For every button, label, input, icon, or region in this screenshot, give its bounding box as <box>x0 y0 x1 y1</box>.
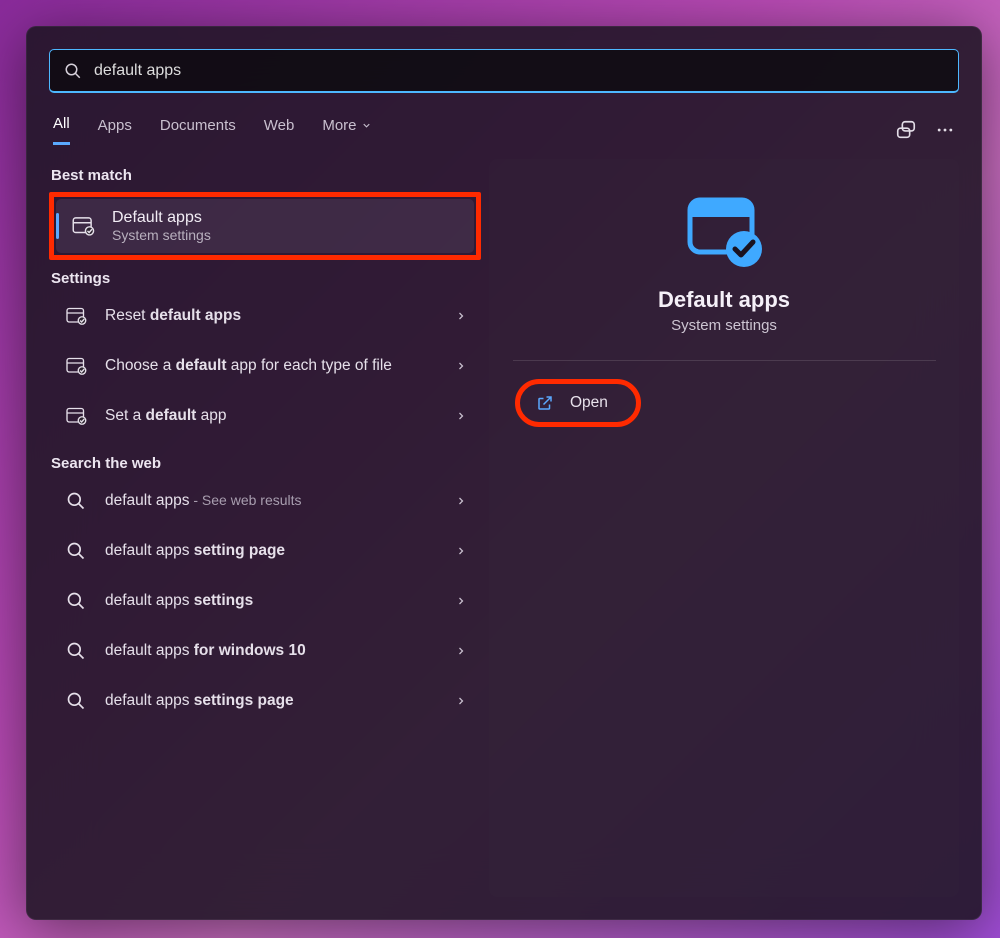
result-label: default apps - See web results <box>105 491 302 512</box>
chat-icon[interactable] <box>895 119 917 141</box>
default-apps-large-icon <box>682 194 767 269</box>
details-panel: Default apps System settings Open <box>489 159 959 897</box>
chevron-right-icon <box>455 695 467 707</box>
search-input[interactable] <box>94 62 944 80</box>
settings-app-icon <box>63 403 89 429</box>
settings-app-icon <box>70 213 96 239</box>
result-label: default apps settings <box>105 591 253 612</box>
details-subtitle: System settings <box>671 317 777 334</box>
result-label: Set a default app <box>105 406 226 427</box>
web-result-4[interactable]: default apps settings page <box>49 676 481 726</box>
section-best-match: Best match <box>51 167 481 184</box>
result-label: Choose a default app for each type of fi… <box>105 356 392 377</box>
open-label: Open <box>570 394 608 412</box>
actions-row: Open <box>489 361 959 445</box>
search-box[interactable] <box>49 49 959 93</box>
search-icon <box>63 588 89 614</box>
best-match-item[interactable]: Default apps System settings <box>56 199 474 253</box>
search-icon <box>63 538 89 564</box>
settings-app-icon <box>63 353 89 379</box>
annotation-highlight-open: Open <box>515 379 641 427</box>
open-button[interactable]: Open <box>528 388 616 418</box>
filter-tabs: All Apps Documents Web More <box>53 115 895 145</box>
tab-more[interactable]: More <box>322 115 371 145</box>
result-label: Reset default apps <box>105 306 241 327</box>
search-icon <box>64 62 82 80</box>
web-result-2[interactable]: default apps settings <box>49 576 481 626</box>
chevron-right-icon <box>455 495 467 507</box>
chevron-right-icon <box>455 410 467 422</box>
web-result-0[interactable]: default apps - See web results <box>49 476 481 526</box>
annotation-highlight-best-match: Default apps System settings <box>49 192 481 260</box>
tab-documents[interactable]: Documents <box>160 115 236 145</box>
more-options-icon[interactable] <box>935 120 955 140</box>
chevron-right-icon <box>455 645 467 657</box>
chevron-right-icon <box>455 310 467 322</box>
section-settings: Settings <box>51 270 481 287</box>
tab-all[interactable]: All <box>53 115 70 145</box>
web-result-3[interactable]: default apps for windows 10 <box>49 626 481 676</box>
chevron-right-icon <box>455 360 467 372</box>
settings-result-set[interactable]: Set a default app <box>49 391 481 441</box>
result-label: default apps settings page <box>105 691 294 712</box>
header-actions <box>895 119 955 141</box>
result-label: default apps setting page <box>105 541 285 562</box>
best-match-texts: Default apps System settings <box>112 209 211 243</box>
search-icon <box>63 688 89 714</box>
tab-apps[interactable]: Apps <box>98 115 132 145</box>
settings-result-choose[interactable]: Choose a default app for each type of fi… <box>49 341 481 391</box>
details-title: Default apps <box>658 287 790 313</box>
section-search-web: Search the web <box>51 455 481 472</box>
best-match-title: Default apps <box>112 209 211 227</box>
open-external-icon <box>536 394 554 412</box>
tabs-row: All Apps Documents Web More <box>49 115 959 145</box>
settings-result-reset[interactable]: Reset default apps <box>49 291 481 341</box>
selection-indicator <box>56 213 59 239</box>
web-result-1[interactable]: default apps setting page <box>49 526 481 576</box>
best-match-subtitle: System settings <box>112 227 211 243</box>
result-label: default apps for windows 10 <box>105 641 306 662</box>
start-menu-search-window: All Apps Documents Web More <box>26 26 982 920</box>
tab-web[interactable]: Web <box>264 115 295 145</box>
results-panel: Best match Default apps Syste <box>49 159 481 897</box>
settings-app-icon <box>63 303 89 329</box>
content: Best match Default apps Syste <box>49 159 959 897</box>
chevron-down-icon <box>361 120 372 131</box>
search-icon <box>63 638 89 664</box>
search-icon <box>63 488 89 514</box>
chevron-right-icon <box>455 545 467 557</box>
chevron-right-icon <box>455 595 467 607</box>
